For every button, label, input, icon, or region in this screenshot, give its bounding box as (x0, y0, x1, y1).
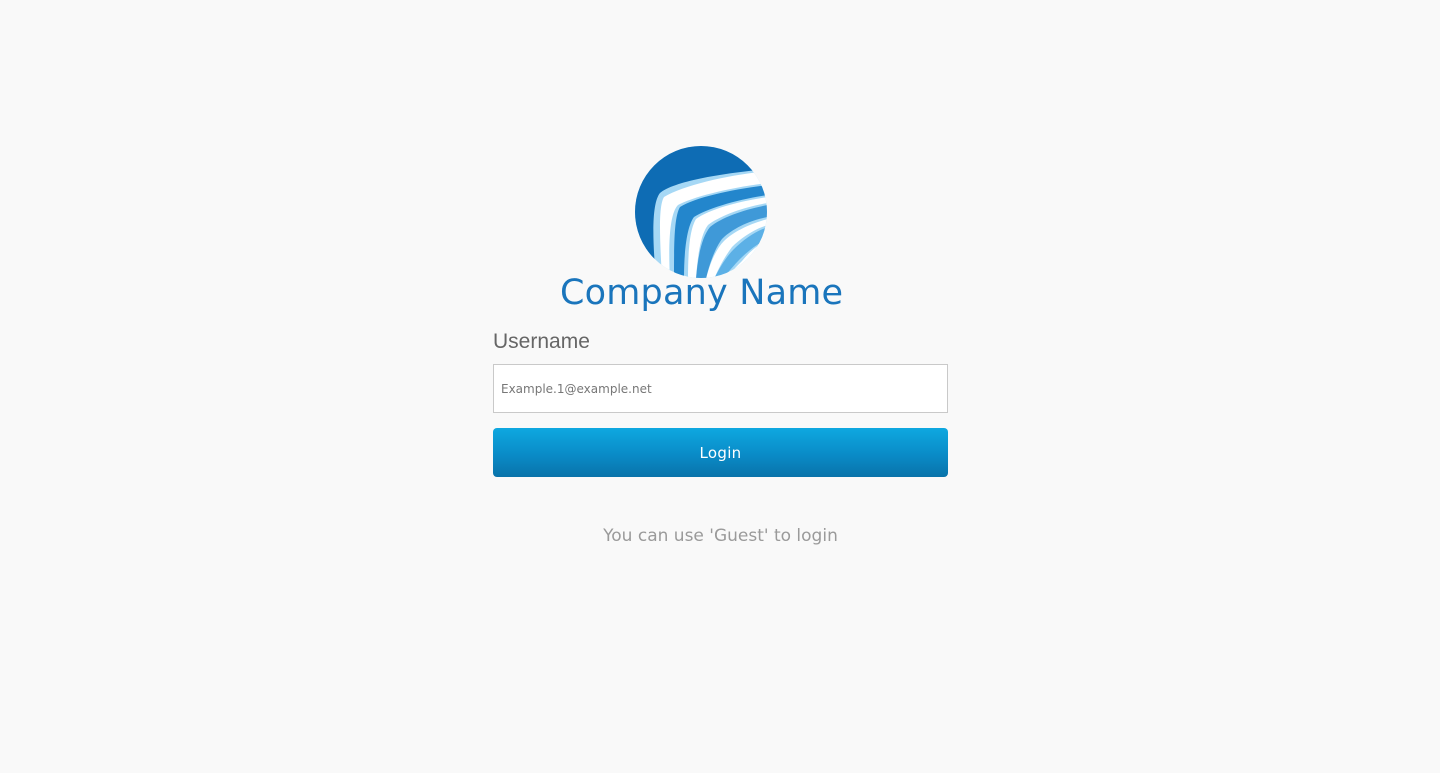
username-label: Username (493, 330, 590, 353)
login-form: Username Login (493, 328, 948, 477)
login-page: Company Name Username Login You can use … (0, 0, 1440, 773)
username-input[interactable] (493, 364, 948, 413)
company-name: Company Name (560, 273, 844, 313)
company-logo: Company Name (560, 145, 844, 320)
guest-login-hint: You can use 'Guest' to login (603, 526, 838, 546)
login-button[interactable]: Login (493, 428, 948, 477)
company-logo-icon (635, 146, 767, 278)
